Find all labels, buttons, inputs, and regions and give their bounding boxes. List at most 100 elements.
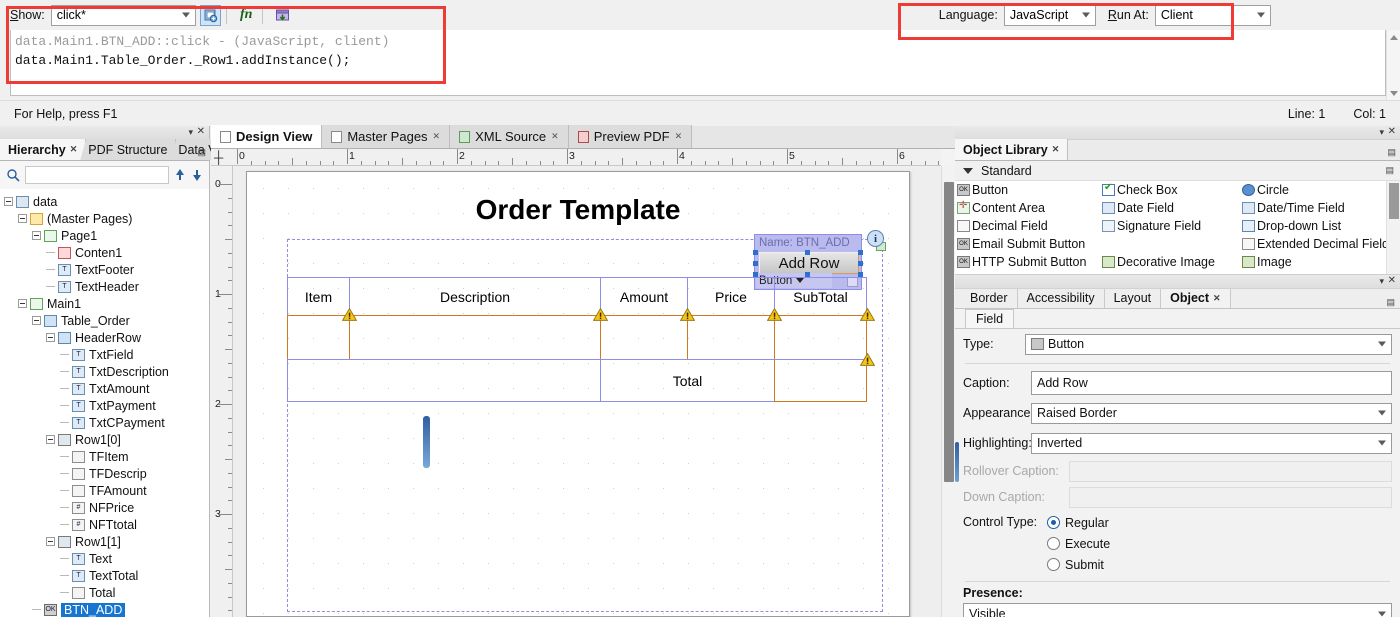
object-library-item-http-submit-button[interactable]: OK HTTP Submit Button xyxy=(957,255,1086,269)
object-library-item-signature-field[interactable]: Signature Field xyxy=(1102,219,1201,233)
object-library-item-image[interactable]: Image xyxy=(1242,255,1292,269)
appearance-dropdown[interactable]: Raised Border xyxy=(1031,402,1392,424)
close-icon[interactable]: ✕ xyxy=(551,131,559,142)
function-builder-icon[interactable]: fn xyxy=(236,5,257,26)
panel-menu-icon[interactable]: ▤ xyxy=(197,147,206,158)
script-editor-scrollbar[interactable] xyxy=(1386,30,1400,100)
tree-node-nfttotal[interactable]: # NFTtotal xyxy=(0,516,209,533)
warning-icon[interactable] xyxy=(767,308,782,321)
table-total-row[interactable]: Total xyxy=(287,360,867,402)
tab-hierarchy[interactable]: Hierarchy ✕ xyxy=(0,139,87,160)
tree-node-main1[interactable]: Main1 xyxy=(0,295,209,312)
scrollbar-thumb[interactable] xyxy=(944,182,954,482)
tree-node-textheader[interactable]: T TextHeader xyxy=(0,278,209,295)
scroll-up-arrow-icon[interactable] xyxy=(1387,30,1400,44)
table-data-cell[interactable] xyxy=(600,315,687,360)
form-page[interactable]: Order Template Name: BTN_ADD Add Row But… xyxy=(246,171,910,617)
tree-node-total[interactable]: Total xyxy=(0,584,209,601)
table-header-cell[interactable]: Description xyxy=(349,277,600,315)
object-library-item-button[interactable]: OK Button xyxy=(957,183,1008,197)
tree-node-data[interactable]: data xyxy=(0,193,209,210)
table-data-row[interactable] xyxy=(287,315,867,360)
find-next-icon[interactable] xyxy=(191,168,203,182)
subtab-field[interactable]: Field xyxy=(965,309,1015,328)
table-data-cell[interactable] xyxy=(687,315,774,360)
pin-icon[interactable]: ▾ xyxy=(188,127,193,138)
warning-icon[interactable] xyxy=(593,308,608,321)
tree-node-textfooter[interactable]: T TextFooter xyxy=(0,261,209,278)
object-library-item-decimal-field[interactable]: Decimal Field xyxy=(957,219,1048,233)
show-dropdown[interactable]: click* xyxy=(50,4,196,26)
expand-collapse-icon[interactable] xyxy=(32,231,41,240)
tree-node-headerrow[interactable]: HeaderRow xyxy=(0,329,209,346)
selection-handle[interactable] xyxy=(858,250,863,255)
object-library-item-extended-decimal-field[interactable]: Extended Decimal Field xyxy=(1242,237,1386,251)
object-library-item-circle[interactable]: Circle xyxy=(1242,183,1289,197)
tab-xml-source[interactable]: XML Source ✕ xyxy=(450,125,569,148)
table-data-cell[interactable] xyxy=(774,315,867,360)
tab-accessibility[interactable]: Accessibility xyxy=(1018,288,1105,308)
tree-node-txtamount[interactable]: T TxtAmount xyxy=(0,380,209,397)
control-type-radio-group[interactable]: Regular Execute Submit xyxy=(1047,512,1392,575)
tree-node-table-order[interactable]: Table_Order xyxy=(0,312,209,329)
expand-collapse-icon[interactable] xyxy=(18,299,27,308)
close-icon[interactable]: ✕ xyxy=(1052,144,1060,155)
selection-handle[interactable] xyxy=(753,261,758,266)
tree-node-tfamount[interactable]: TFAmount xyxy=(0,482,209,499)
tab-object-library[interactable]: Object Library ✕ xyxy=(955,139,1069,160)
table-total-value-cell[interactable] xyxy=(774,360,867,402)
tree-node-btn-add[interactable]: OK BTN_ADD xyxy=(0,601,209,617)
tree-node-txtcpayment[interactable]: T TxtCPayment xyxy=(0,414,209,431)
table-header-cell[interactable]: Item xyxy=(287,277,349,315)
radio-button[interactable] xyxy=(1047,558,1060,571)
table-total-label-cell[interactable]: Total xyxy=(600,360,774,402)
expand-collapse-icon[interactable] xyxy=(18,214,27,223)
object-library-scrollbar[interactable] xyxy=(1386,181,1400,274)
table-data-cell[interactable] xyxy=(287,315,349,360)
object-library-items[interactable]: OKButtonCheck BoxCircleContent AreaDate … xyxy=(955,181,1386,274)
tree-node-tfdescrip[interactable]: TFDescrip xyxy=(0,465,209,482)
object-library-category-standard[interactable]: Standard ▤ xyxy=(955,161,1400,181)
expand-collapse-icon[interactable] xyxy=(32,316,41,325)
insert-reference-icon[interactable] xyxy=(199,4,221,26)
tab-layout[interactable]: Layout xyxy=(1105,288,1162,308)
object-library-item-check-box[interactable]: Check Box xyxy=(1102,182,1177,197)
selection-handle[interactable] xyxy=(753,250,758,255)
warning-icon[interactable] xyxy=(342,308,357,321)
table-data-cell[interactable] xyxy=(349,315,600,360)
tree-node-row1-0-[interactable]: Row1[0] xyxy=(0,431,209,448)
type-dropdown[interactable]: Button xyxy=(1025,333,1392,355)
selection-handle[interactable] xyxy=(805,250,810,255)
expand-collapse-icon[interactable] xyxy=(4,197,13,206)
tree-node-nfprice[interactable]: # NFPrice xyxy=(0,499,209,516)
expand-collapse-icon[interactable] xyxy=(46,333,55,342)
tab-object[interactable]: Object ✕ xyxy=(1161,288,1231,308)
category-menu-icon[interactable]: ▤ xyxy=(1385,165,1394,176)
object-library-item-decorative-image[interactable]: Decorative Image xyxy=(1102,255,1215,269)
tab-preview-pdf[interactable]: Preview PDF ✕ xyxy=(568,125,693,148)
tree-node--master-pages-[interactable]: (Master Pages) xyxy=(0,210,209,227)
object-library-item-date-field[interactable]: Date Field xyxy=(1102,201,1174,215)
scrollbar-thumb[interactable] xyxy=(1389,183,1399,219)
close-icon[interactable]: ✕ xyxy=(675,131,683,142)
tree-node-txtfield[interactable]: T TxtField xyxy=(0,346,209,363)
table-header-cell[interactable]: SubTotal xyxy=(774,277,867,315)
panel-menu-icon[interactable]: ▤ xyxy=(1387,147,1396,158)
tab-border[interactable]: Border xyxy=(961,288,1018,308)
expand-collapse-icon[interactable] xyxy=(46,537,55,546)
close-icon[interactable]: ✕ xyxy=(1213,293,1221,304)
close-icon[interactable]: ✕ xyxy=(433,131,441,142)
hierarchy-tree[interactable]: data (Master Pages) Page1 Conten1 T TextFoote… xyxy=(0,189,209,617)
close-icon[interactable]: ✕ xyxy=(1388,275,1396,286)
tree-node-txtpayment[interactable]: T TxtPayment xyxy=(0,397,209,414)
pin-icon[interactable]: ▾ xyxy=(1379,276,1384,287)
presence-dropdown[interactable]: Visible xyxy=(963,603,1392,617)
tab-pdf-structure[interactable]: PDF Structure xyxy=(80,139,177,160)
tree-node-texttotal[interactable]: T TextTotal xyxy=(0,567,209,584)
object-library-item-date-time-field[interactable]: Date/Time Field xyxy=(1242,201,1345,215)
selection-handle[interactable] xyxy=(858,261,863,266)
palette-icon[interactable] xyxy=(272,5,293,26)
runat-dropdown[interactable]: Client xyxy=(1154,4,1271,26)
object-library-item-email-submit-button[interactable]: OK Email Submit Button xyxy=(957,237,1085,251)
tree-node-page1[interactable]: Page1 xyxy=(0,227,209,244)
